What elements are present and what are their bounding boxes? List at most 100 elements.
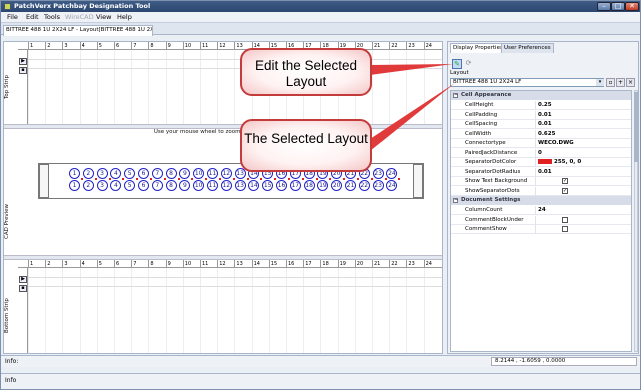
property-value[interactable]: 255, 0, 0 <box>538 158 581 167</box>
property-row[interactable]: SeparatorDotRadius 0.01 <box>451 167 631 177</box>
row-icon[interactable]: ▪ <box>19 67 27 74</box>
window-title: PatchVerx Patchbay Designation Tool <box>14 2 151 10</box>
bottom-strip-pane[interactable]: Bottom Strip 1 2 3 4 5 6 7 8 9 10 11 12 13 14 15 16 17 18… <box>4 260 442 353</box>
collapse-icon[interactable]: − <box>453 93 458 98</box>
patchbay-jack[interactable]: 9 <box>179 168 191 179</box>
patchbay-jack[interactable]: 23 <box>372 180 384 191</box>
patchbay-jack[interactable]: 13 <box>234 180 246 191</box>
patchbay-jack[interactable]: 7 <box>151 180 163 191</box>
patchbay-jack[interactable]: 15 <box>262 180 274 191</box>
patchbay-jack[interactable]: 8 <box>165 180 177 191</box>
refresh-icon[interactable]: ⟳ <box>464 59 473 68</box>
edit-layout-icon[interactable]: ✎ <box>452 59 462 69</box>
tab-display-properties[interactable]: Display Properties <box>450 43 506 53</box>
grid-column-line <box>182 268 184 353</box>
maximize-button[interactable]: □ <box>611 2 625 11</box>
patchbay-jack[interactable]: 4 <box>110 180 122 191</box>
menu-wirecad[interactable]: WireCAD <box>65 13 94 22</box>
property-value[interactable]: 0.01 <box>538 111 552 120</box>
property-grid-scroll-thumb[interactable] <box>634 92 638 162</box>
patchbay-jack[interactable]: 2 <box>82 180 94 191</box>
property-row[interactable]: Show Text Background ✓ <box>451 177 631 186</box>
close-button[interactable]: ✕ <box>625 2 639 11</box>
patchbay-jack[interactable]: 14 <box>248 180 260 191</box>
play-icon[interactable]: ▶ <box>19 276 27 283</box>
patchbay-jack[interactable]: 11 <box>207 168 218 179</box>
collapse-icon[interactable]: − <box>453 198 458 203</box>
menu-view[interactable]: View <box>96 13 111 22</box>
patchbay-jack[interactable]: 16 <box>276 180 287 191</box>
patchbay-jack[interactable]: 3 <box>96 168 108 179</box>
document-tab[interactable]: BITTREE 488 1U 2X24 LF - Layout[BITTREE … <box>3 25 153 36</box>
property-row[interactable]: CellHeight 0.25 <box>451 101 631 110</box>
property-value[interactable]: 24 <box>538 206 546 215</box>
top-strip-pane[interactable]: Top Strip 1 2 3 4 5 6 7 8 9 10 11 12 13 14 15 16 17 18 19 2… <box>4 42 442 124</box>
chevron-down-icon[interactable]: ▾ <box>596 79 604 86</box>
patchbay-jack[interactable]: 24 <box>386 168 398 179</box>
patchbay-jack[interactable]: 19 <box>317 180 329 191</box>
patchbay-jack[interactable]: 5 <box>124 180 136 191</box>
patchbay-jack[interactable]: 17 <box>289 180 301 191</box>
patchbay-jack[interactable]: 1 <box>69 180 80 191</box>
property-row[interactable]: CellPadding 0.01 <box>451 110 631 120</box>
property-checkbox[interactable]: ✓ <box>562 187 568 194</box>
patchbay-jack[interactable]: 10 <box>193 168 205 179</box>
property-value[interactable]: WECO.DWG <box>538 139 574 148</box>
property-row[interactable]: CellWidth 0.625 <box>451 129 631 139</box>
patchbay-jack[interactable]: 1 <box>69 168 80 179</box>
property-row[interactable]: CellSpacing 0.01 <box>451 120 631 129</box>
minimize-button[interactable]: – <box>597 2 611 11</box>
menu-edit[interactable]: Edit <box>26 13 39 22</box>
patchbay-jack[interactable]: 3 <box>96 180 108 191</box>
property-value[interactable]: 0.01 <box>538 168 552 177</box>
property-value[interactable]: 0.25 <box>538 101 552 110</box>
cad-preview-pane[interactable]: CAD Preview Use your mouse wheel to zoom… <box>4 129 442 255</box>
delete-layout-icon[interactable]: × <box>626 78 635 87</box>
ruler-tick: 20 <box>354 260 364 268</box>
property-checkbox[interactable] <box>562 216 568 223</box>
property-checkbox[interactable]: ✓ <box>562 178 568 184</box>
property-row[interactable]: ShowSeparatorDots ✓ <box>451 186 631 196</box>
patchbay-jack[interactable]: 5 <box>124 168 136 179</box>
patchbay-jack[interactable]: 4 <box>110 168 122 179</box>
patchbay-jack[interactable]: 18 <box>303 180 315 191</box>
patchbay-jack[interactable]: 11 <box>207 180 218 191</box>
patchbay-jack[interactable]: 6 <box>138 168 149 179</box>
patchbay-jack[interactable]: 22 <box>358 180 370 191</box>
patchbay-jack[interactable]: 7 <box>151 168 163 179</box>
add-layout-icon[interactable]: + <box>616 78 625 87</box>
patchbay-jack[interactable]: 23 <box>372 168 384 179</box>
patchbay-jack[interactable]: 24 <box>386 180 398 191</box>
patchbay-jack[interactable]: 6 <box>138 180 149 191</box>
property-row[interactable]: PairedJackDistance 0 <box>451 148 631 158</box>
separator-dot <box>357 178 359 180</box>
property-row[interactable]: ColumnCount 24 <box>451 206 631 215</box>
property-row[interactable]: Connectortype WECO.DWG <box>451 139 631 148</box>
patchbay-jack[interactable]: 8 <box>165 168 177 179</box>
menu-help[interactable]: Help <box>117 13 132 22</box>
property-row[interactable]: CommentBlockUnder <box>451 215 631 225</box>
property-value[interactable]: 0.01 <box>538 120 552 129</box>
property-value[interactable]: 0.625 <box>538 130 555 139</box>
tab-user-preferences[interactable]: User Preferences <box>501 43 554 53</box>
menu-file[interactable]: File <box>7 13 18 22</box>
patchbay-jack[interactable]: 2 <box>82 168 94 179</box>
patchbay-jack[interactable]: 9 <box>179 180 191 191</box>
property-row[interactable]: CommentShow <box>451 225 631 234</box>
property-row[interactable]: SeparatorDotColor 255, 0, 0 <box>451 158 631 167</box>
menu-tools[interactable]: Tools <box>44 13 60 22</box>
new-layout-icon[interactable]: ▫ <box>606 78 615 87</box>
patchbay-jack[interactable]: 10 <box>193 180 205 191</box>
play-icon[interactable]: ▶ <box>19 58 27 65</box>
patchbay-jack[interactable]: 20 <box>331 180 343 191</box>
patchbay-jack[interactable]: 21 <box>345 180 356 191</box>
property-value[interactable]: 0 <box>538 149 542 158</box>
property-category[interactable]: − Document Settings <box>451 196 631 205</box>
row-icon[interactable]: ▪ <box>19 285 27 292</box>
layout-dropdown[interactable]: BITTREE 488 1U 2X24 LF <box>450 78 604 87</box>
patchbay-jack[interactable]: 12 <box>220 180 232 191</box>
property-divider <box>535 129 536 139</box>
property-checkbox[interactable] <box>562 226 568 232</box>
patchbay-jack[interactable]: 12 <box>220 168 232 179</box>
property-category[interactable]: − Cell Appearance <box>451 91 631 100</box>
